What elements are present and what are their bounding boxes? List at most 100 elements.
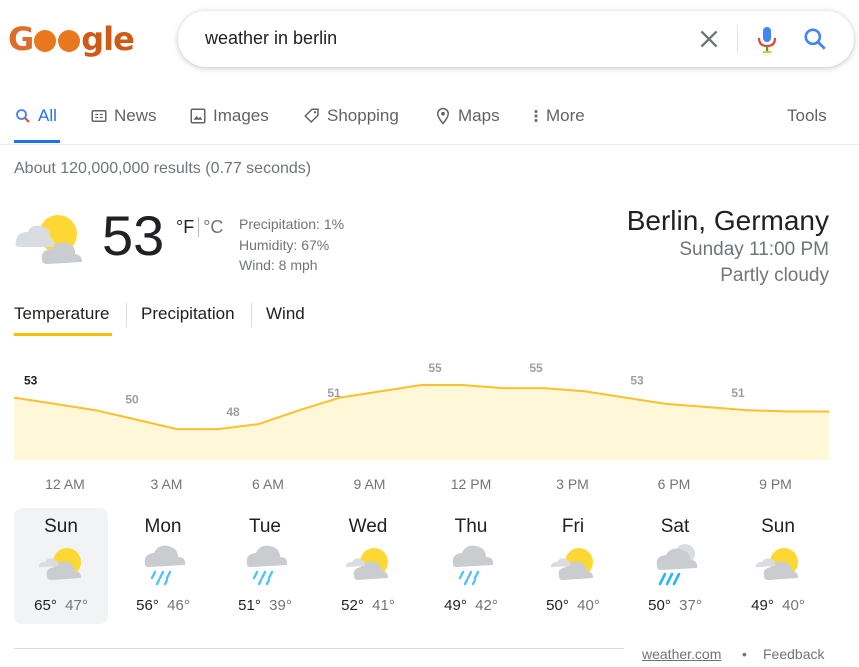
data-label: 51 bbox=[327, 386, 341, 400]
tab-label: News bbox=[114, 106, 157, 125]
data-label: 50 bbox=[125, 393, 139, 407]
tab-label: Images bbox=[213, 106, 269, 125]
forecast-temps: 50° 40° bbox=[526, 597, 620, 614]
forecast-day-name: Tue bbox=[248, 516, 282, 537]
rain-icon bbox=[452, 545, 494, 586]
forecast-low: 42° bbox=[475, 597, 498, 614]
feedback-link[interactable]: Feedback bbox=[763, 646, 824, 662]
temperature-chart: 53 50 48 51 55 55 53 51 bbox=[13, 361, 829, 460]
pumpkin-icon bbox=[34, 30, 57, 52]
forecast-day-name: Sun bbox=[44, 516, 78, 537]
forecast-day[interactable]: Sun 65° 47° bbox=[14, 508, 108, 624]
data-label: 55 bbox=[428, 361, 442, 375]
forecast-high: 50° bbox=[648, 597, 671, 614]
hour-label: 6 PM bbox=[657, 476, 691, 492]
search-icon bbox=[16, 109, 30, 123]
tab-label: More bbox=[546, 106, 585, 125]
forecast-day-name: Wed bbox=[348, 516, 388, 537]
divider bbox=[251, 303, 252, 327]
source-link[interactable]: weather.com bbox=[642, 646, 721, 662]
forecast-day[interactable]: Tue 51° 39° bbox=[218, 508, 312, 624]
weather-details: Precipitation: 1% Humidity: 67% Wind: 8 … bbox=[239, 214, 344, 276]
wind-text: Wind: 8 mph bbox=[239, 257, 318, 273]
image-icon bbox=[190, 108, 206, 124]
data-label: 53 bbox=[24, 374, 38, 388]
search-box[interactable]: weather in berlin bbox=[178, 11, 854, 67]
search-icon[interactable] bbox=[802, 26, 828, 52]
forecast-day[interactable]: Thu 49° 42° bbox=[424, 508, 518, 624]
celsius-button[interactable]: °C bbox=[203, 217, 223, 237]
data-label: 55 bbox=[529, 361, 543, 375]
clear-icon[interactable] bbox=[696, 26, 722, 52]
more-vertical-icon bbox=[534, 110, 538, 122]
forecast-low: 40° bbox=[782, 597, 805, 614]
hour-labels: 12 AM 3 AM 6 AM 9 AM 12 PM 3 PM 6 PM 9 PM bbox=[0, 476, 859, 496]
forecast-temps: 51° 39° bbox=[218, 597, 312, 614]
forecast-temps: 56° 46° bbox=[116, 597, 210, 614]
partly-cloudy-icon bbox=[755, 548, 798, 580]
precipitation-text: Precipitation: 1% bbox=[239, 216, 345, 232]
map-pin-icon bbox=[436, 107, 450, 125]
hour-label: 3 AM bbox=[150, 476, 183, 492]
tag-icon bbox=[304, 108, 319, 124]
tab-maps[interactable]: Maps bbox=[434, 106, 500, 126]
forecast-temps: 49° 42° bbox=[424, 597, 518, 614]
condition-text: Partly cloudy bbox=[720, 265, 829, 286]
tab-all[interactable]: All bbox=[14, 106, 57, 126]
forecast-day[interactable]: Wed 52° 41° bbox=[321, 508, 415, 624]
google-doodle-logo[interactable]: Ggle bbox=[8, 20, 135, 58]
data-label: 51 bbox=[731, 386, 745, 400]
partly-cloudy-icon bbox=[38, 548, 81, 580]
tab-more[interactable]: More bbox=[532, 106, 585, 126]
source-link-text[interactable]: weather.com bbox=[642, 646, 721, 662]
forecast-day[interactable]: Mon 56° 46° bbox=[116, 508, 210, 624]
active-tab-indicator bbox=[14, 140, 60, 143]
rain-icon bbox=[144, 545, 186, 586]
forecast-low: 41° bbox=[372, 597, 395, 614]
forecast-temps: 65° 47° bbox=[14, 597, 108, 614]
divider bbox=[126, 303, 127, 327]
hour-label: 3 PM bbox=[556, 476, 589, 492]
forecast-temps: 50° 37° bbox=[628, 597, 722, 614]
forecast-high: 65° bbox=[34, 597, 57, 614]
forecast-day-name: Thu bbox=[454, 516, 488, 537]
forecast-day-name: Mon bbox=[144, 516, 182, 537]
forecast-day[interactable]: Sun 49° 40° bbox=[731, 508, 825, 624]
divider bbox=[737, 25, 738, 53]
tab-precipitation[interactable]: Precipitation bbox=[141, 304, 235, 324]
fahrenheit-button[interactable]: °F bbox=[176, 217, 194, 237]
location-name: Berlin, Germany bbox=[626, 205, 829, 236]
forecast-low: 37° bbox=[679, 597, 702, 614]
result-stats: About 120,000,000 results (0.77 seconds) bbox=[14, 160, 312, 177]
search-input[interactable]: weather in berlin bbox=[205, 28, 337, 49]
hour-label: 9 PM bbox=[759, 476, 792, 492]
forecast-high: 51° bbox=[238, 597, 261, 614]
partly-cloudy-icon bbox=[550, 548, 593, 580]
hour-label: 9 AM bbox=[353, 476, 386, 492]
tools-button[interactable]: Tools bbox=[787, 106, 827, 126]
active-metric-indicator bbox=[14, 333, 112, 336]
forecast-day-name: Fri bbox=[561, 516, 585, 537]
forecast-temps: 49° 40° bbox=[731, 597, 825, 614]
rain-icon bbox=[246, 545, 288, 586]
tab-wind[interactable]: Wind bbox=[266, 304, 305, 324]
tab-temperature[interactable]: Temperature bbox=[14, 304, 109, 324]
footer-divider bbox=[14, 648, 624, 649]
tab-label: All bbox=[38, 106, 57, 125]
forecast-day[interactable]: Sat 50° 37° bbox=[628, 508, 722, 624]
search-tabs: All News Images Shopping Maps More Tools bbox=[0, 100, 859, 145]
microphone-icon[interactable] bbox=[756, 25, 778, 53]
forecast-day[interactable]: Fri 50° 40° bbox=[526, 508, 620, 624]
divider bbox=[198, 217, 200, 237]
tab-images[interactable]: Images bbox=[189, 106, 269, 126]
unit-toggle: °F °C bbox=[176, 217, 223, 238]
tab-shopping[interactable]: Shopping bbox=[303, 106, 399, 126]
tab-news[interactable]: News bbox=[90, 106, 157, 126]
forecast-high: 49° bbox=[444, 597, 467, 614]
footer-dot: • bbox=[742, 646, 747, 662]
forecast-high: 56° bbox=[136, 597, 159, 614]
forecast-low: 39° bbox=[269, 597, 292, 614]
news-icon bbox=[91, 110, 107, 122]
tools-label: Tools bbox=[787, 106, 827, 125]
current-temperature: 53 bbox=[102, 204, 165, 267]
